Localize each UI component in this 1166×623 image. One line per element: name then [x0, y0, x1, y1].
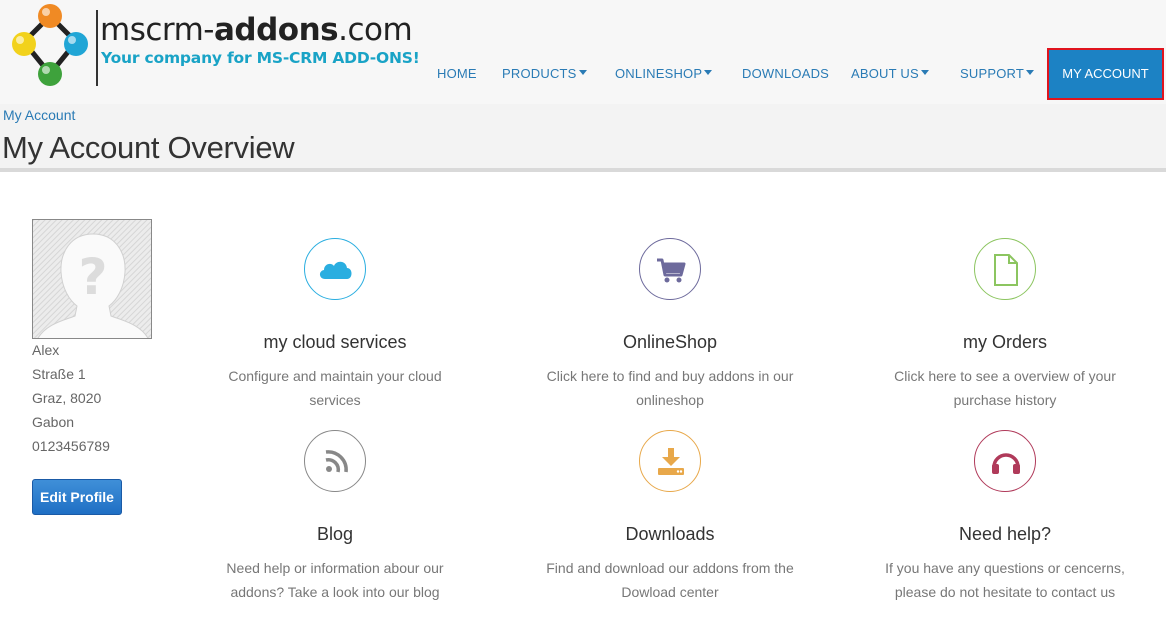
profile-name: Alex: [32, 342, 60, 358]
caret-down-icon: [578, 70, 587, 76]
edit-profile-button[interactable]: Edit Profile: [32, 479, 122, 515]
profile-city: Graz, 8020: [32, 390, 102, 406]
site-header: mscrm-addons.com Your company for MS-CRM…: [0, 0, 1166, 104]
tile-title: my cloud services: [263, 332, 407, 352]
rss-icon: [304, 430, 366, 492]
profile-street: Straße 1: [32, 366, 86, 382]
caret-down-icon: [1026, 70, 1035, 76]
nav-downloads[interactable]: DOWNLOADS: [742, 66, 829, 81]
tile-description: Configure and maintain your cloud servic…: [228, 368, 442, 408]
nav-home[interactable]: HOME: [437, 66, 477, 81]
caret-down-icon: [920, 70, 929, 76]
caret-down-icon: [704, 70, 713, 76]
avatar: ?: [32, 219, 152, 339]
nav-about-us[interactable]: ABOUT US: [851, 66, 929, 81]
profile-country: Gabon: [32, 414, 75, 430]
download-icon: [639, 430, 701, 492]
tile-description: Need help or information abour our addon…: [226, 560, 444, 600]
breadcrumb-my-account[interactable]: My Account: [3, 107, 75, 123]
tile-title: OnlineShop: [622, 332, 718, 352]
my-account-button[interactable]: MY ACCOUNT: [1047, 48, 1164, 100]
tile-description: If you have any questions or cencerns, p…: [885, 560, 1125, 600]
page-title: My Account Overview: [2, 130, 295, 165]
cloud-icon: [304, 238, 366, 300]
tile-title: Need help?: [958, 524, 1052, 544]
tile-title: Downloads: [625, 524, 715, 544]
nav-products[interactable]: PRODUCTS: [502, 66, 587, 81]
document-icon: [974, 238, 1036, 300]
svg-text:?: ?: [78, 248, 107, 306]
cart-icon: [639, 238, 701, 300]
tile-description: Click here to find and buy addons in our…: [546, 368, 794, 408]
nav-support[interactable]: SUPPORT: [960, 66, 1035, 81]
title-bar: My Account My Account Overview: [0, 104, 1166, 168]
nav-onlineshop[interactable]: ONLINESHOP: [615, 66, 713, 81]
main-nav: HOME PRODUCTS ONLINESHOP DOWNLOADS ABOUT…: [0, 0, 1166, 104]
profile-phone: 0123456789: [32, 438, 110, 454]
headset-icon: [974, 430, 1036, 492]
unknown-user-icon: ?: [33, 220, 151, 338]
tile-description: Find and download our addons from the Do…: [546, 560, 794, 600]
tile-title: my Orders: [962, 332, 1047, 352]
tile-title: Blog: [316, 524, 354, 544]
tile-description: Click here to see a overview of your pur…: [894, 368, 1116, 408]
title-divider: [0, 168, 1166, 172]
